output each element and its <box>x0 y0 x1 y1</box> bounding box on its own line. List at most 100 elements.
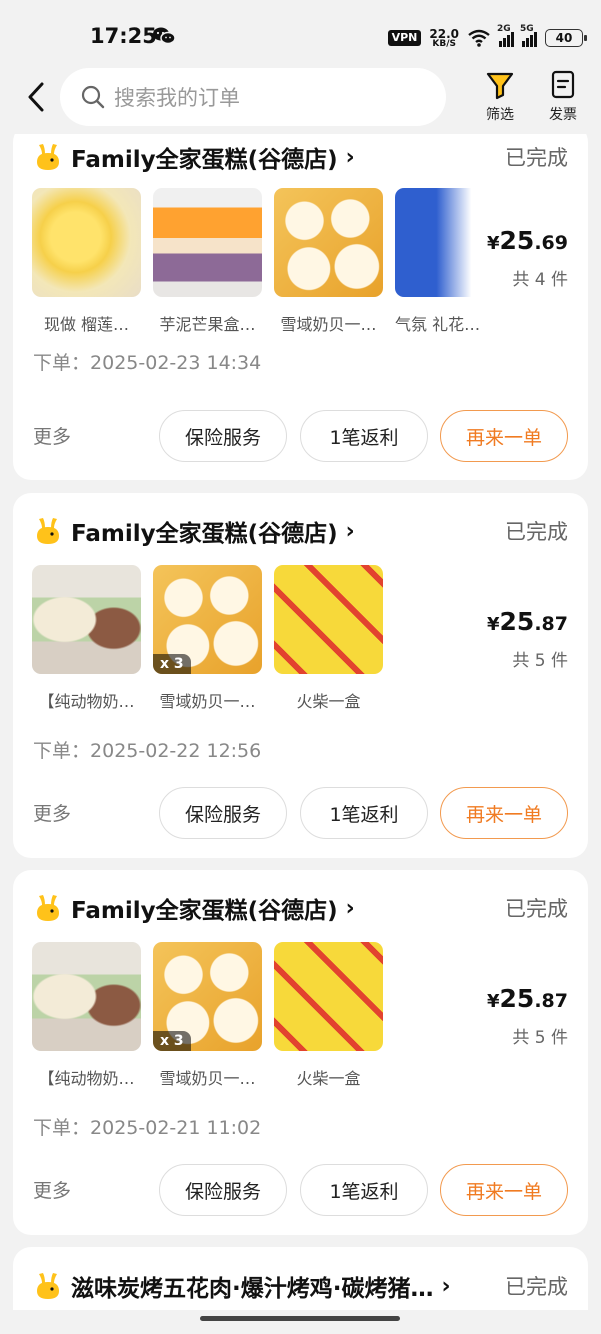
shop-name[interactable]: Family全家蛋糕(谷德店) <box>71 140 338 174</box>
item-label: 【纯动物奶… <box>38 1069 135 1088</box>
item-thumbnail[interactable]: 火柴一盒 <box>274 565 383 712</box>
order-status: 已完成 <box>505 897 568 921</box>
order-card[interactable]: Family全家蛋糕(谷德店) › 已完成 【纯动物奶… x 3 雪域奶贝一… … <box>13 493 588 858</box>
vpn-badge: VPN <box>387 30 422 46</box>
shop-name[interactable]: 滋味炭烤五花肉·爆汁烤鸡·碳烤猪… <box>71 1269 433 1303</box>
order-time-value: 2025-02-22 12:56 <box>90 740 262 762</box>
reorder-button[interactable]: 再来一单 <box>440 787 568 839</box>
order-time-value: 2025-02-23 14:34 <box>90 352 262 374</box>
back-arrow-icon[interactable] <box>24 80 50 114</box>
item-thumbnail[interactable]: 雪域奶贝一… <box>274 188 383 335</box>
item-label: 芋泥芒果盒… <box>159 315 256 334</box>
sim2-label: 5G <box>520 24 534 34</box>
rebate-button[interactable]: 1笔返利 <box>300 410 428 462</box>
insurance-service-button[interactable]: 保险服务 <box>159 410 287 462</box>
reorder-button[interactable]: 再来一单 <box>440 1164 568 1216</box>
item-label: 现做 榴莲… <box>43 315 130 334</box>
item-label: 气氛 礼花… <box>395 315 481 334</box>
chevron-right-icon[interactable]: › <box>346 145 355 170</box>
item-thumbnail[interactable]: 现做 榴莲… <box>32 188 141 335</box>
shop-logo-icon <box>37 1273 59 1299</box>
price-symbol: ¥ <box>487 614 500 635</box>
net-speed: 22.0 KB/S <box>429 28 459 49</box>
item-quantity: x 3 <box>153 1031 191 1051</box>
snow-cream-puff-image: x 3 <box>153 942 262 1051</box>
order-time: 下单：2025-02-21 11:02 <box>33 1113 261 1140</box>
search-placeholder: 搜索我的订单 <box>114 86 240 110</box>
price-symbol: ¥ <box>487 991 500 1012</box>
item-thumbnail[interactable]: x 3 雪域奶贝一… <box>153 942 262 1089</box>
item-thumbnail[interactable]: 【纯动物奶… <box>32 942 141 1089</box>
order-card-header: Family全家蛋糕(谷德店) › 已完成 <box>33 883 568 933</box>
rebate-button[interactable]: 1笔返利 <box>300 1164 428 1216</box>
status-time: 17:25 <box>90 24 157 48</box>
invoice-button[interactable]: 发票 <box>538 70 588 124</box>
item-label: 雪域奶贝一… <box>159 692 256 711</box>
price-integer: 25 <box>499 984 535 1013</box>
item-thumbnail[interactable]: 【纯动物奶… <box>32 565 141 712</box>
item-label: 【纯动物奶… <box>38 692 135 711</box>
item-label: 火柴一盒 <box>296 1069 361 1088</box>
search-input[interactable]: 搜索我的订单 <box>60 68 446 126</box>
order-card-header: 滋味炭烤五花肉·爆汁烤鸡·碳烤猪… › 已完成 <box>33 1261 568 1310</box>
order-card[interactable]: Family全家蛋糕(谷德店) › 已完成 现做 榴莲… 芋泥芒果盒… 雪域奶贝… <box>13 134 588 480</box>
order-status: 已完成 <box>505 520 568 544</box>
order-time: 下单：2025-02-22 12:56 <box>33 736 261 763</box>
price-integer: 25 <box>499 607 535 636</box>
sim1-label: 2G <box>497 24 511 34</box>
item-count: 共 5 件 <box>512 651 568 671</box>
price-decimal: .69 <box>534 232 568 254</box>
shop-logo-icon <box>37 144 59 170</box>
item-thumbnail[interactable]: x 3 雪域奶贝一… <box>153 565 262 712</box>
price-integer: 25 <box>499 226 535 255</box>
filter-button[interactable]: 筛选 <box>475 70 525 124</box>
price-decimal: .87 <box>534 613 568 635</box>
insurance-service-button[interactable]: 保险服务 <box>159 1164 287 1216</box>
order-time-label: 下单： <box>33 1117 91 1139</box>
more-button[interactable]: 更多 <box>33 799 71 826</box>
wechat-icon <box>153 27 176 45</box>
reorder-button[interactable]: 再来一单 <box>440 410 568 462</box>
shop-name[interactable]: Family全家蛋糕(谷德店) <box>71 514 338 548</box>
filter-icon <box>486 72 514 100</box>
net-speed-unit: KB/S <box>432 38 456 49</box>
item-thumbnail[interactable]: 火柴一盒 <box>274 942 383 1089</box>
chevron-right-icon[interactable]: › <box>346 519 355 544</box>
item-count: 共 5 件 <box>512 1028 568 1048</box>
home-gesture-bar[interactable] <box>200 1316 400 1321</box>
order-actions: 更多 保险服务 1笔返利 再来一单 <box>33 410 568 462</box>
wifi-icon <box>468 29 490 47</box>
shop-logo-icon <box>37 518 59 544</box>
matchbox-image <box>274 565 383 674</box>
item-thumbnail[interactable]: 芋泥芒果盒… <box>153 188 262 335</box>
price-symbol: ¥ <box>487 233 500 254</box>
item-thumbnails[interactable]: 【纯动物奶… x 3 雪域奶贝一… 火柴一盒 <box>32 942 383 1089</box>
battery-icon: 40 <box>545 29 587 47</box>
more-button[interactable]: 更多 <box>33 1176 71 1203</box>
durian-crepe-image <box>32 188 141 297</box>
item-thumbnails[interactable]: 【纯动物奶… x 3 雪域奶贝一… 火柴一盒 <box>32 565 383 712</box>
order-price: ¥25.69 共 4 件 <box>487 226 568 290</box>
item-quantity: x 3 <box>153 654 191 674</box>
price-decimal: .87 <box>534 990 568 1012</box>
order-card[interactable]: Family全家蛋糕(谷德店) › 已完成 【纯动物奶… x 3 雪域奶贝一… … <box>13 870 588 1235</box>
order-price: ¥25.87 共 5 件 <box>487 984 568 1048</box>
chevron-right-icon[interactable]: › <box>346 896 355 921</box>
search-icon <box>81 85 105 109</box>
item-label: 雪域奶贝一… <box>280 315 377 334</box>
more-button[interactable]: 更多 <box>33 422 71 449</box>
insurance-service-button[interactable]: 保险服务 <box>159 787 287 839</box>
chevron-right-icon[interactable]: › <box>441 1274 450 1299</box>
order-card-header: Family全家蛋糕(谷德店) › 已完成 <box>33 134 568 182</box>
shop-name[interactable]: Family全家蛋糕(谷德店) <box>71 891 338 925</box>
rebate-button[interactable]: 1笔返利 <box>300 787 428 839</box>
item-thumbnails[interactable]: 现做 榴莲… 芋泥芒果盒… 雪域奶贝一… 气氛 礼花… <box>32 188 504 335</box>
invoice-icon <box>551 70 575 99</box>
signal-sim1-icon: 2G <box>497 24 514 47</box>
item-label: 雪域奶贝一… <box>159 1069 256 1088</box>
order-time: 下单：2025-02-23 14:34 <box>33 348 261 375</box>
order-price: ¥25.87 共 5 件 <box>487 607 568 671</box>
order-card[interactable]: 滋味炭烤五花肉·爆汁烤鸡·碳烤猪… › 已完成 <box>13 1247 588 1310</box>
order-list: Family全家蛋糕(谷德店) › 已完成 现做 榴莲… 芋泥芒果盒… 雪域奶贝… <box>0 134 601 1310</box>
status-icons: VPN 22.0 KB/S 2G 5G 40 <box>387 24 587 50</box>
